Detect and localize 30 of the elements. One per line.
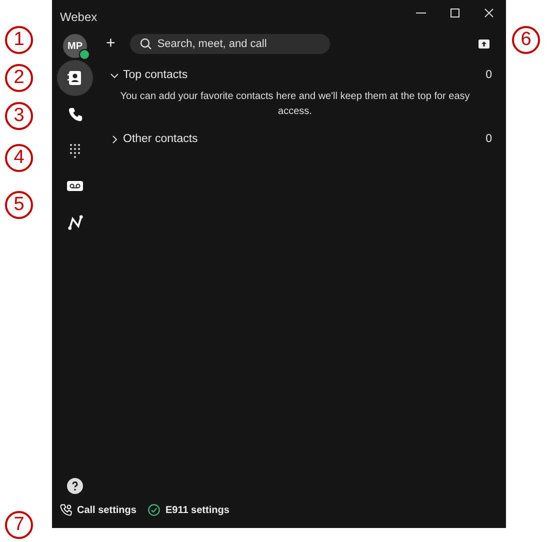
dialpad-icon <box>69 142 81 158</box>
callout-number: 4 <box>5 144 33 172</box>
check-circle-icon <box>148 504 160 516</box>
screen-share-icon[interactable] <box>478 39 490 49</box>
close-icon[interactable] <box>484 8 494 18</box>
search-field[interactable]: Search, meet, and call <box>130 34 330 54</box>
help-button[interactable] <box>67 478 83 494</box>
section-header[interactable]: Top contacts 0 <box>98 69 492 81</box>
phone-gear-icon <box>60 504 72 516</box>
callout-number: 3 <box>5 102 33 130</box>
callout-number: 7 <box>5 511 33 539</box>
e911-button[interactable]: E911 settings <box>148 504 230 516</box>
callout-number: 6 <box>512 26 540 54</box>
contacts-tab[interactable] <box>57 60 93 96</box>
empty-message: You can add your favorite contacts here and we'll keep them at the top for easy access. <box>119 90 471 119</box>
maximize-icon[interactable] <box>450 8 460 18</box>
voicemail-icon <box>67 180 83 192</box>
new-button[interactable]: + <box>100 35 122 53</box>
window-title: Webex <box>60 10 98 24</box>
callout-number: 2 <box>5 64 33 92</box>
search-icon <box>140 38 152 50</box>
section-header[interactable]: Other contacts 0 <box>98 133 492 145</box>
callout-number: 5 <box>5 191 33 219</box>
graph-icon <box>68 214 82 230</box>
callout-number: 1 <box>5 26 33 54</box>
call-settings-button[interactable]: Call settings <box>60 504 136 516</box>
phone-icon <box>68 106 82 122</box>
avatar[interactable]: MP <box>63 34 87 58</box>
contact-card-icon <box>67 70 83 86</box>
help-icon <box>67 478 83 494</box>
